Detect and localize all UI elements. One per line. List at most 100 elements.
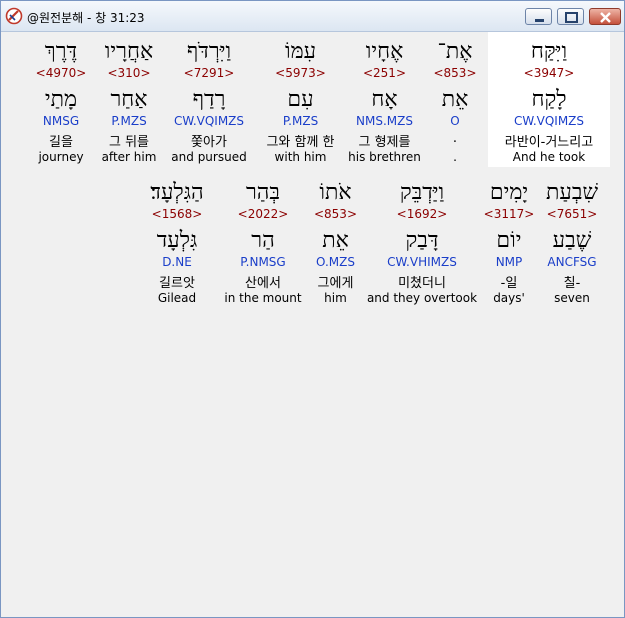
title-bar[interactable]: @원전분해 - 창 31:23: [1, 1, 624, 32]
word-heb: אֹתוֹ: [319, 180, 352, 205]
minimize-button[interactable]: [525, 8, 552, 25]
word-kor: 그 뒤를: [108, 135, 149, 150]
word-lex: יוֹם: [496, 228, 522, 253]
word-eng: .: [453, 150, 457, 164]
word-lex: לָקַח: [531, 87, 567, 112]
word-kor: 쫓아가: [191, 135, 227, 150]
word-heb: עִמּוֹ: [284, 39, 317, 64]
word-kor: 길을: [49, 135, 73, 150]
word-cell[interactable]: אֶחָיו <251> אָח NMS.MZS 그 형제를 his brethren: [347, 32, 422, 167]
word-cell[interactable]: עִמּוֹ <5973> עִם P.MZS 그와 함께 한 with him: [254, 32, 347, 167]
word-parse: CW.VQIMZS: [513, 114, 585, 128]
word-lex: עִם: [287, 87, 314, 112]
word-eng: journey: [38, 150, 84, 164]
word-cell[interactable]: שִׁבְעַת <7651> שֶׁבַע ANCFSG 칠-seven: [537, 173, 607, 308]
word-cell[interactable]: יָמִים <3117> יוֹם NMP -일 days': [481, 173, 537, 308]
word-eng: And he took: [512, 150, 586, 164]
word-strong: <4970>: [35, 66, 87, 80]
word-cell[interactable]: וַיַּדְבֵּק <1692> דָּבַק CW.VHIMZS 미쳤더니 and …: [363, 173, 481, 308]
word-heb: בְּהַר: [245, 180, 281, 205]
word-parse: NMSG: [42, 114, 80, 128]
word-strong: <853>: [313, 207, 357, 221]
word-heb: הַגִּלְעָד׃: [150, 180, 204, 205]
word-lex: שֶׁבַע: [552, 228, 592, 253]
word-heb: אֶת־: [437, 39, 473, 64]
app-window: @원전분해 - 창 31:23 וַיִּקַּח <3947> לָקַח CW.V…: [0, 0, 625, 618]
word-kor: 미쳤더니: [398, 276, 446, 291]
word-strong: <853>: [433, 66, 477, 80]
word-parse: ANCFSG: [547, 255, 597, 269]
verse-row-2: שִׁבְעַת <7651> שֶׁבַע ANCFSG 칠-seven יָמִים <…: [6, 173, 618, 308]
word-heb: אַחֲרָיו: [104, 39, 154, 64]
word-cell[interactable]: וַיִּקַּח <3947> לָקַח CW.VQIMZS 라반이-거느리고 And…: [488, 32, 610, 167]
word-kor: 그와 함께 한: [266, 135, 335, 150]
word-strong: <5973>: [275, 66, 326, 80]
word-lex: אָח: [371, 87, 398, 112]
word-eng: his brethren: [348, 150, 421, 164]
word-kor: 길르앗: [159, 276, 195, 291]
word-strong: <1692>: [396, 207, 448, 221]
word-lex: מָתַי: [44, 87, 78, 112]
word-lex: דָּבַק: [405, 228, 439, 253]
word-cell[interactable]: דֶּרֶךְ <4970> מָתַי NMSG 길을 journey: [28, 32, 94, 167]
word-strong: <7651>: [546, 207, 598, 221]
app-logo-icon: [5, 7, 23, 25]
word-heb: יָמִים: [489, 180, 529, 205]
word-kor: .: [452, 131, 458, 146]
verse-row-1: וַיִּקַּח <3947> לָקַח CW.VQIMZS 라반이-거느리고 And…: [6, 32, 618, 167]
word-parse: CW.VHIMZS: [387, 255, 457, 269]
word-cell[interactable]: הַגִּלְעָד׃ <1568> גִּלְעָד D.NE 길르앗 Gilead: [136, 173, 218, 308]
word-eng: with him: [274, 150, 327, 164]
word-strong: <3947>: [523, 66, 575, 80]
word-kor: 그 형제를: [358, 135, 411, 150]
word-parse: NMP: [495, 255, 523, 269]
word-parse: NMS.MZS: [356, 114, 413, 128]
word-lex: גִּלְעָד: [156, 228, 198, 253]
word-eng: and they overtook: [366, 291, 478, 305]
word-lex: אֵת: [441, 87, 469, 112]
maximize-button[interactable]: [557, 8, 584, 25]
word-heb: וַיִּקַּח: [530, 39, 568, 64]
word-parse: P.MZS: [111, 114, 147, 128]
word-eng: him: [324, 291, 347, 305]
word-eng: Gilead: [157, 291, 197, 305]
word-heb: וַיִּרְדֹּף: [186, 39, 232, 64]
word-cell[interactable]: אֹתוֹ <853> אֵת O.MZS 그에게 him: [308, 173, 363, 308]
word-kor: -일: [500, 276, 518, 291]
word-lex: אַחַר: [110, 87, 148, 112]
maximize-icon: [565, 12, 578, 23]
word-parse: P.MZS: [282, 114, 319, 128]
word-kor: 라반이-거느리고: [504, 135, 594, 150]
word-heb: דֶּרֶךְ: [44, 39, 78, 64]
word-parse: P.NMSG: [240, 255, 286, 269]
word-cell[interactable]: וַיִּרְדֹּף <7291> רָדַף CW.VQIMZS 쫓아가 and pu…: [164, 32, 254, 167]
word-heb: אֶחָיו: [365, 39, 404, 64]
close-button[interactable]: [589, 8, 621, 25]
word-kor: 칠-: [563, 276, 581, 291]
word-parse: D.NE: [162, 255, 192, 269]
close-icon: [600, 12, 611, 23]
word-cell[interactable]: בְּהַר <2022> הַר P.NMSG 산에서 in the mount: [218, 173, 308, 308]
word-eng: in the mount: [224, 291, 302, 305]
word-eng: and pursued: [171, 150, 247, 164]
word-kor: 산에서: [245, 276, 281, 291]
word-kor: 그에게: [317, 276, 354, 291]
word-cell[interactable]: אֶת־ <853> אֵת O..: [422, 32, 488, 167]
analysis-panel: וַיִּקַּח <3947> לָקַח CW.VQIMZS 라반이-거느리고 And…: [6, 32, 618, 610]
word-eng: seven: [554, 291, 590, 305]
word-parse: CW.VQIMZS: [173, 114, 245, 128]
word-lex: הַר: [251, 228, 275, 253]
window-title: @원전분해 - 창 31:23: [27, 11, 145, 25]
word-heb: שִׁבְעַת: [545, 180, 599, 205]
word-parse: O.MZS: [316, 255, 355, 269]
word-strong: <3117>: [483, 207, 535, 221]
word-eng: after him: [101, 150, 157, 164]
word-cell[interactable]: אַחֲרָיו <310> אַחַר P.MZS 그 뒤를 after him: [94, 32, 164, 167]
word-lex: רָדַף: [192, 87, 226, 112]
word-strong: <310>: [107, 66, 151, 80]
word-strong: <1568>: [151, 207, 203, 221]
word-lex: אֵת: [322, 228, 349, 253]
minimize-icon: [535, 19, 544, 22]
word-strong: <251>: [362, 66, 406, 80]
word-parse: O: [450, 114, 460, 128]
